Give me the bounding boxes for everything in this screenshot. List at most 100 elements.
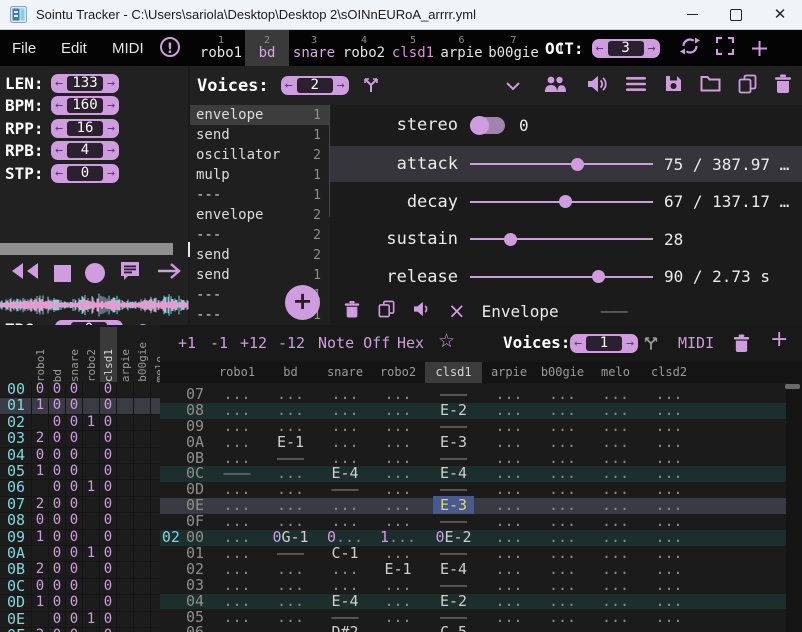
tracker-row[interactable]: 0C———...E-4...E-4............ — [160, 466, 786, 482]
order-cell[interactable]: 0 — [66, 382, 83, 397]
param-row-attack[interactable]: attack75 / 387.97 … — [330, 146, 802, 182]
order-cell[interactable]: 0 — [66, 562, 83, 577]
order-header-melo[interactable]: melo — [151, 327, 160, 382]
stepper-rpb-decrement[interactable]: ← — [51, 141, 67, 160]
order-cell[interactable] — [151, 448, 160, 463]
tracker-header-clsd1[interactable]: clsd1 — [425, 362, 482, 383]
order-cell[interactable]: 0 — [66, 398, 83, 413]
order-cell[interactable] — [134, 579, 151, 594]
stepper-rpp-increment[interactable]: → — [103, 119, 119, 138]
order-cell[interactable] — [83, 448, 100, 463]
order-cell[interactable] — [151, 579, 160, 594]
order-cell[interactable] — [32, 612, 49, 627]
order-header-snare[interactable]: snare — [66, 327, 83, 382]
order-cell[interactable] — [117, 612, 134, 627]
octave-down-button[interactable]: -12 — [278, 333, 305, 353]
order-cell[interactable]: 0 — [66, 546, 83, 561]
order-cell[interactable]: 1 — [83, 415, 100, 430]
order-cell[interactable] — [117, 448, 134, 463]
order-cell[interactable]: 0 — [49, 513, 66, 528]
order-cell[interactable] — [117, 513, 134, 528]
add-track-pattern-icon[interactable]: + — [770, 330, 788, 350]
speaker-icon[interactable] — [587, 75, 607, 97]
order-cell[interactable] — [83, 513, 100, 528]
note-off-button[interactable]: Note Off — [318, 333, 390, 353]
play-button[interactable] — [156, 261, 182, 285]
order-cell[interactable]: 0 — [49, 431, 66, 446]
stepper-bpm[interactable]: ←160→ — [51, 96, 119, 115]
delete-unit-icon[interactable] — [344, 300, 360, 322]
order-cell[interactable] — [117, 579, 134, 594]
star-icon[interactable]: ☆ — [438, 331, 455, 351]
tracker-header-melo[interactable]: melo — [589, 362, 642, 383]
tracker-header-snare[interactable]: snare — [319, 362, 371, 383]
order-header-bd[interactable]: bd — [49, 327, 66, 382]
order-cell[interactable] — [151, 480, 160, 495]
menu-edit[interactable]: Edit — [61, 30, 87, 66]
order-cell[interactable] — [134, 398, 151, 413]
order-cell[interactable]: 0 — [49, 546, 66, 561]
tracker-header-bd[interactable]: bd — [262, 362, 319, 383]
order-cell[interactable]: 1 — [83, 546, 100, 561]
order-cell[interactable]: 0 — [49, 530, 66, 545]
tracker-scrollbar-thumb[interactable] — [785, 384, 800, 389]
note-cell[interactable]: ... — [589, 625, 642, 632]
tracker-row[interactable]: 09............———............ — [160, 419, 786, 435]
order-cell[interactable]: 0 — [49, 464, 66, 479]
order-cell[interactable]: 0 — [100, 562, 117, 577]
order-header-robo2[interactable]: robo2 — [83, 327, 100, 382]
unit-row[interactable]: send2 — [190, 245, 330, 265]
order-cell[interactable]: 2 — [32, 562, 49, 577]
order-cell[interactable]: 0 — [49, 415, 66, 430]
order-cell[interactable]: 1 — [83, 612, 100, 627]
order-cell[interactable] — [83, 530, 100, 545]
track-tab-b00gie[interactable]: 7b00gie — [486, 30, 541, 66]
order-cell[interactable]: 0 — [100, 464, 117, 479]
order-cell[interactable]: 0 — [66, 530, 83, 545]
stop-button[interactable] — [54, 265, 71, 282]
order-cell[interactable] — [117, 480, 134, 495]
order-cell[interactable]: 0 — [100, 595, 117, 610]
order-cell[interactable]: 0 — [100, 579, 117, 594]
tracker-header-b00gie[interactable]: b00gie — [536, 362, 589, 383]
save-icon[interactable] — [664, 74, 683, 97]
order-cell[interactable] — [117, 398, 134, 413]
order-cell[interactable]: 0 — [100, 513, 117, 528]
unit-row[interactable]: oscillator2 — [190, 145, 330, 165]
song-progress-bar[interactable] — [0, 243, 173, 255]
tracker-row[interactable]: 04......E-4...E-2............ — [160, 594, 786, 610]
order-cell[interactable]: 0 — [49, 480, 66, 495]
order-cell[interactable]: 0 — [100, 612, 117, 627]
param-slider[interactable] — [470, 163, 653, 165]
order-cell[interactable]: 0 — [100, 497, 117, 512]
tracker-scrollbar-track[interactable] — [786, 383, 802, 632]
order-cell[interactable] — [151, 431, 160, 446]
order-cell[interactable] — [134, 497, 151, 512]
order-cell[interactable] — [117, 562, 134, 577]
order-cell[interactable]: 0 — [66, 612, 83, 627]
order-cell[interactable]: 0 — [66, 464, 83, 479]
order-cell[interactable]: 0 — [32, 513, 49, 528]
add-unit-button[interactable]: + — [285, 285, 320, 320]
stepper-rpp[interactable]: ←16→ — [51, 119, 119, 138]
octave-stepper-increment[interactable]: → — [644, 39, 660, 58]
copy-icon[interactable] — [738, 74, 757, 98]
note-cell[interactable]: ... — [482, 625, 536, 632]
order-cell[interactable]: 0 — [49, 398, 66, 413]
order-cell[interactable] — [134, 382, 151, 397]
order-cell[interactable]: 0 — [49, 382, 66, 397]
stepper-rpb-increment[interactable]: → — [103, 141, 119, 160]
order-cell[interactable]: 1 — [32, 595, 49, 610]
order-cell[interactable] — [151, 546, 160, 561]
order-cell[interactable] — [134, 431, 151, 446]
order-cell[interactable]: 0 — [66, 431, 83, 446]
stepper-bpm-increment[interactable]: → — [103, 96, 119, 115]
order-cell[interactable]: 0 — [49, 562, 66, 577]
track-tab-robo2[interactable]: 4robo2 — [339, 30, 389, 66]
order-cell[interactable]: 0 — [49, 628, 66, 632]
slider-knob[interactable] — [559, 195, 572, 208]
transpose-down-button[interactable]: -1 — [210, 333, 228, 353]
order-cell[interactable] — [151, 415, 160, 430]
track-split-icon[interactable] — [642, 334, 660, 356]
tracker-row[interactable]: 03............———............ — [160, 578, 786, 594]
